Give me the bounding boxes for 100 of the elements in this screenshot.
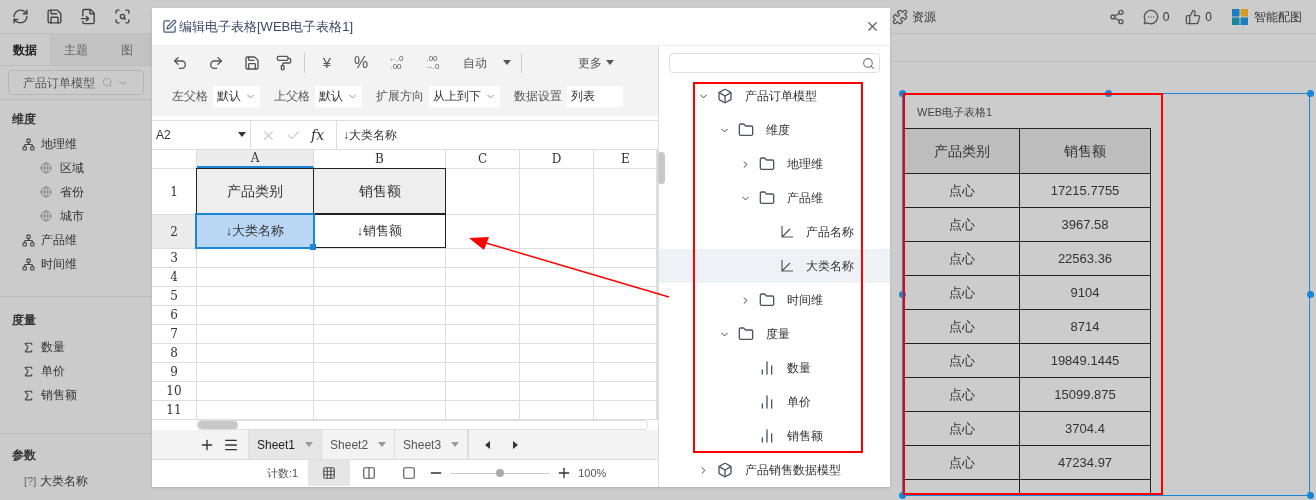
resize-handle[interactable]	[1307, 492, 1314, 499]
dimension-item[interactable]: 区域	[0, 156, 152, 180]
caret-left-icon[interactable]	[484, 440, 493, 449]
save-icon[interactable]	[244, 55, 260, 71]
share-icon[interactable]	[1108, 8, 1125, 25]
tree-item[interactable]: 大类名称	[659, 249, 890, 283]
redo-icon[interactable]	[208, 55, 224, 71]
page-break-icon[interactable]	[362, 466, 377, 480]
globe-icon	[40, 210, 52, 222]
property-select[interactable]: 列表	[567, 85, 623, 107]
page-layout-icon[interactable]	[402, 466, 417, 480]
dimension-item[interactable]: 省份	[0, 180, 152, 204]
currency-button[interactable]: ¥	[317, 51, 337, 75]
comment-button[interactable]: 0	[1142, 7, 1170, 26]
caret-down-icon[interactable]	[606, 59, 614, 67]
resources-button[interactable]: 资源	[892, 8, 936, 26]
bar-chart-icon	[759, 360, 775, 376]
spreadsheet-widget[interactable]: WEB电子表格1 产品类别 销售额 点心 17215.7755 点心 3967.58 点心 22563.36 点心 9104 点心 8714 点心 19849.1445 点心 15099.875 点心 3704.4 点心 47234.97	[902, 93, 1310, 496]
like-button[interactable]: 0	[1185, 7, 1212, 26]
row-header[interactable]: 9	[152, 363, 197, 381]
save-as-icon[interactable]	[80, 8, 97, 25]
row-header[interactable]: 3	[152, 249, 197, 267]
tree-item[interactable]: 维度	[659, 113, 890, 147]
tree-item[interactable]: 时间维	[659, 283, 890, 317]
scrollbar-thumb[interactable]	[658, 152, 665, 184]
decimal-button[interactable]: ←.0 .00	[385, 55, 407, 71]
row-header[interactable]: 8	[152, 344, 197, 362]
hierarchy-icon	[22, 137, 35, 151]
row-header[interactable]: 11	[152, 401, 197, 419]
tree-item[interactable]: 单价	[659, 385, 890, 419]
model-select[interactable]: 产品订单模型	[8, 70, 144, 95]
column-header[interactable]: D	[520, 150, 594, 168]
column-header[interactable]: A	[197, 150, 314, 168]
search-field[interactable]	[669, 53, 880, 73]
tree-item[interactable]: 度量	[659, 317, 890, 351]
resize-handle[interactable]	[1307, 90, 1314, 97]
cell-reference-field[interactable]: A2	[152, 121, 251, 149]
refresh-icon[interactable]	[12, 8, 29, 25]
grid-cell[interactable]: ↓大类名称	[196, 214, 314, 248]
formula-field[interactable]: ↓大类名称	[343, 126, 397, 144]
column-header[interactable]: C	[446, 150, 520, 168]
resize-handle[interactable]	[1105, 90, 1112, 97]
caret-down-icon[interactable]	[503, 59, 511, 67]
fill-handle[interactable]	[310, 244, 316, 250]
close-icon[interactable]	[865, 19, 880, 34]
row-header[interactable]: 2	[152, 215, 197, 248]
resize-handle[interactable]	[899, 90, 906, 97]
section-title: 参数	[11, 447, 37, 464]
measure-item[interactable]: 单价	[0, 359, 152, 383]
row-header[interactable]: 4	[152, 268, 197, 286]
property-select[interactable]: 默认	[213, 85, 260, 107]
tree-item[interactable]: 产品销售数据模型	[659, 453, 890, 487]
table-cell: 点心	[904, 208, 1020, 242]
search-icon	[102, 77, 113, 88]
row-header[interactable]: 5	[152, 287, 197, 305]
more-button[interactable]: 更多	[578, 54, 614, 72]
sheet-tab[interactable]: Sheet1	[249, 430, 323, 459]
tree-item[interactable]: 地理维	[659, 147, 890, 181]
dimension-item[interactable]: 地理维	[0, 132, 152, 156]
table-cell: 22563.36	[1020, 242, 1151, 276]
preview-icon[interactable]	[114, 8, 131, 25]
row-header[interactable]: 10	[152, 382, 197, 400]
property-select[interactable]: 从上到下	[429, 85, 500, 107]
dimension-item[interactable]: 产品维	[0, 228, 152, 252]
dimension-item[interactable]: 城市	[0, 204, 152, 228]
format-painter-icon[interactable]	[276, 55, 292, 71]
resize-handle[interactable]	[899, 492, 906, 499]
scrollbar-thumb[interactable]	[198, 421, 238, 429]
smart-chart-button[interactable]: 智能配图	[1232, 7, 1302, 26]
format-select[interactable]: 自动	[463, 54, 511, 72]
slider-thumb[interactable]	[496, 469, 505, 477]
percent-button[interactable]: %	[351, 51, 371, 75]
tree-item[interactable]: 数量	[659, 351, 890, 385]
property-select[interactable]: 默认	[315, 85, 362, 107]
measure-item[interactable]: 数量	[0, 335, 152, 359]
row-header[interactable]: 7	[152, 325, 197, 343]
resize-handle[interactable]	[899, 291, 906, 298]
row-header[interactable]: 6	[152, 306, 197, 324]
tree-item[interactable]: 产品名称	[659, 215, 890, 249]
dimension-item[interactable]: 时间维	[0, 252, 152, 276]
tree-item[interactable]: 销售额	[659, 419, 890, 453]
parameter-item[interactable]: [?] 大类名称	[0, 470, 152, 492]
bar-chart-icon	[759, 428, 775, 444]
zoom-slider[interactable]	[450, 468, 551, 478]
save-icon[interactable]	[46, 8, 63, 25]
decimal-button[interactable]: .00 →.0	[421, 55, 443, 71]
undo-icon[interactable]	[172, 55, 188, 71]
caret-right-icon[interactable]	[511, 440, 520, 449]
grid-icon	[322, 466, 337, 480]
resize-handle[interactable]	[1307, 291, 1314, 298]
grid-cell[interactable]: ↓销售额	[313, 214, 446, 248]
globe-icon	[40, 186, 52, 198]
grid-cell[interactable]: 销售额	[313, 168, 446, 214]
tree-item[interactable]: 产品订单模型	[659, 79, 890, 113]
normal-view-button[interactable]	[308, 460, 351, 486]
caret-down-icon[interactable]	[238, 131, 246, 139]
grid-cell[interactable]: 产品类别	[196, 168, 314, 214]
measure-item[interactable]: 销售额	[0, 383, 152, 407]
table-cell: 点心	[904, 174, 1020, 208]
tree-item[interactable]: 产品维	[659, 181, 890, 215]
